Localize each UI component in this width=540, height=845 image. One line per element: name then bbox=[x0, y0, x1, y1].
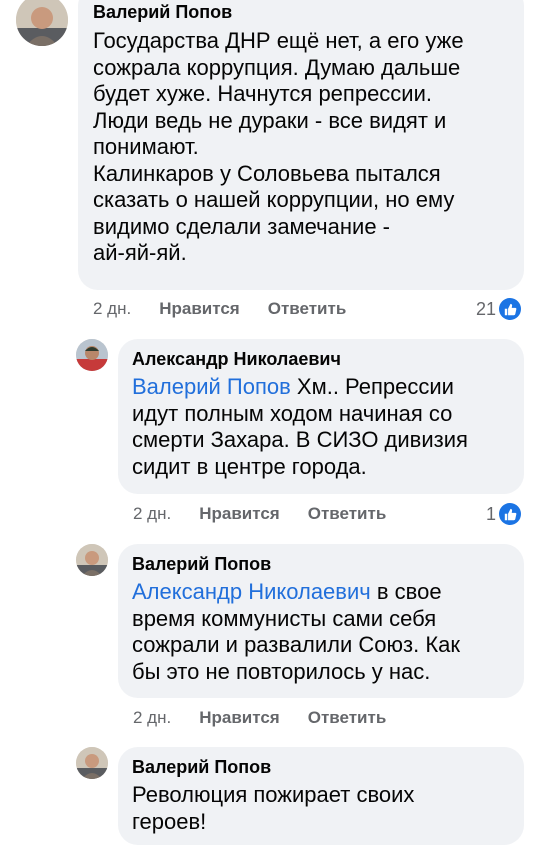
thumbs-up-icon bbox=[499, 298, 522, 320]
comment-bubble: Александр Николаевич Валерий Попов Хм.. … bbox=[118, 339, 524, 494]
comment-timestamp[interactable]: 2 дн. bbox=[133, 504, 171, 524]
comment-author[interactable]: Александр Николаевич bbox=[132, 348, 341, 370]
comment-bubble: Валерий Попов Государства ДНР ещё нет, а… bbox=[78, 0, 524, 290]
comment-actions: 2 дн. Нравится Ответить bbox=[133, 706, 414, 730]
like-button[interactable]: Нравится bbox=[199, 708, 280, 728]
comment-line: ай-яй-яй. bbox=[93, 240, 187, 265]
comment-author[interactable]: Валерий Попов bbox=[132, 553, 271, 575]
comment-line: героев! bbox=[132, 808, 207, 834]
reaction-count-number: 1 bbox=[486, 503, 497, 524]
comment-line: сожрали и развалили Союз. Как bbox=[132, 632, 461, 657]
mention-link[interactable]: Валерий Попов bbox=[132, 374, 291, 399]
like-button[interactable]: Нравится bbox=[199, 504, 280, 524]
comment-line: видимо сделали замечание - bbox=[93, 213, 390, 239]
like-button[interactable]: Нравится bbox=[159, 299, 240, 319]
avatar-aleksandr-nikolaevich[interactable] bbox=[76, 339, 108, 371]
reply-button[interactable]: Ответить bbox=[268, 299, 347, 319]
comment-bubble: Валерий Попов Александр Николаевич в сво… bbox=[118, 544, 524, 698]
user-photo-icon bbox=[76, 339, 108, 371]
comment-bubble: Валерий Попов Революция пожирает своих г… bbox=[118, 747, 524, 845]
comment-line: сидит в центре города. bbox=[132, 453, 367, 479]
comment-line: смерти Захара. В СИЗО дивизия bbox=[132, 427, 468, 452]
avatar-valeriy-popov[interactable] bbox=[76, 747, 108, 779]
comment-line: Валерий Попов Хм.. Репрессии bbox=[132, 374, 468, 401]
mention-link[interactable]: Александр Николаевич bbox=[132, 579, 371, 604]
avatar-valeriy-popov[interactable] bbox=[76, 544, 108, 576]
comment-actions: 2 дн. Нравится Ответить bbox=[133, 502, 414, 526]
comment-text: Государства ДНР ещё нет, а его уже сожра… bbox=[93, 28, 464, 267]
comment-line: Калинкаров у Соловьева пытался bbox=[93, 160, 441, 186]
comment-author[interactable]: Валерий Попов bbox=[132, 756, 271, 778]
user-photo-icon bbox=[16, 0, 68, 46]
comment-text: Александр Николаевич в свое время коммун… bbox=[132, 579, 460, 685]
reaction-count[interactable]: 1 bbox=[486, 502, 522, 526]
reply-button[interactable]: Ответить bbox=[308, 708, 387, 728]
comment-line: идут полным ходом начиная со bbox=[132, 400, 453, 426]
comment-line: время коммунисты сами себя bbox=[132, 605, 437, 631]
comment-line: сожрала коррупция. Думаю дальше bbox=[93, 54, 461, 80]
user-photo-icon bbox=[76, 544, 108, 576]
thumbs-up-icon bbox=[499, 503, 522, 525]
reaction-count[interactable]: 21 bbox=[476, 297, 522, 321]
comment-line: Революция пожирает своих bbox=[132, 782, 415, 807]
comment-text: Валерий Попов Хм.. Репрессии идут полным… bbox=[132, 374, 468, 480]
comment-line: Александр Николаевич в свое bbox=[132, 579, 460, 606]
reply-button[interactable]: Ответить bbox=[308, 504, 387, 524]
comment-text: Революция пожирает своих героев! bbox=[132, 782, 414, 835]
comment-line-rest: Хм.. Репрессии bbox=[290, 374, 454, 399]
comment-line: Государства ДНР ещё нет, а его уже bbox=[93, 28, 464, 53]
reaction-count-number: 21 bbox=[476, 298, 497, 319]
comment-line: будет хуже. Начнутся репрессии. bbox=[93, 81, 432, 106]
avatar-valeriy-popov[interactable] bbox=[16, 0, 68, 46]
comment-line: понимают. bbox=[93, 134, 199, 159]
comment-line: Люди ведь не дураки - все видят и bbox=[93, 107, 447, 133]
comment-actions: 2 дн. Нравится Ответить bbox=[93, 297, 374, 321]
user-photo-icon bbox=[76, 747, 108, 779]
comment-timestamp[interactable]: 2 дн. bbox=[93, 299, 131, 319]
comment-timestamp[interactable]: 2 дн. bbox=[133, 708, 171, 728]
comment-line: сказать о нашей коррупции, но ему bbox=[93, 187, 455, 212]
comment-author[interactable]: Валерий Попов bbox=[93, 1, 232, 23]
comment-line: бы это не повторилось у нас. bbox=[132, 658, 431, 684]
comment-line-rest: в свое bbox=[370, 579, 442, 604]
